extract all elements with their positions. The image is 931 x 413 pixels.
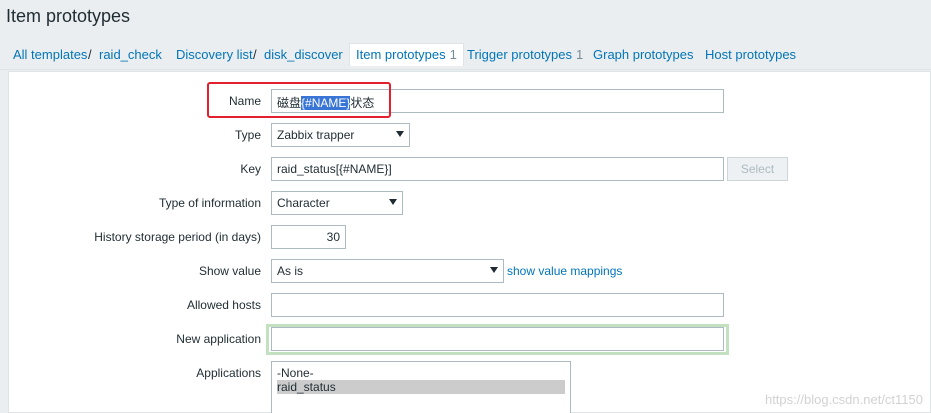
show-value-label: Show value [198, 264, 261, 278]
tab-graph-prototypes[interactable]: Graph prototypes [593, 47, 693, 62]
tab-host-prototypes[interactable]: Host prototypes [705, 47, 796, 62]
allowed-hosts-label: Allowed hosts [186, 298, 261, 312]
tab-item-prototypes-label: Item prototypes [356, 47, 446, 62]
list-item-selected[interactable]: raid_status [277, 380, 565, 394]
page-header: Item prototypes [0, 0, 931, 38]
type-of-information-select[interactable]: Character [271, 191, 403, 215]
applications-label: Applications [196, 366, 261, 380]
history-label: History storage period (in days) [94, 230, 261, 244]
breadcrumb-discovery-rule[interactable]: disk_discover [264, 47, 343, 62]
tab-item-prototypes[interactable]: Item prototypes 1 [349, 43, 464, 66]
watermark: https://blog.csdn.net/ct1150 [764, 392, 923, 407]
show-value-value: As is [277, 264, 304, 278]
new-application-input[interactable] [271, 327, 724, 351]
navigation-bar: All templates / raid_check Discovery lis… [0, 38, 931, 70]
chevron-down-icon [396, 131, 404, 137]
breadcrumb-separator: / [88, 47, 92, 62]
show-value-mappings-link[interactable]: show value mappings [507, 264, 622, 278]
chevron-down-icon [389, 199, 397, 205]
type-select[interactable]: Zabbix trapper [271, 123, 410, 147]
history-input[interactable]: 30 [271, 225, 346, 249]
tab-trigger-prototypes-label: Trigger prototypes [467, 47, 573, 62]
allowed-hosts-input[interactable] [271, 293, 724, 317]
breadcrumb-separator: / [253, 47, 257, 62]
annotation-box [207, 82, 391, 118]
breadcrumb-all-templates[interactable]: All templates [13, 47, 87, 62]
breadcrumb-discovery-list[interactable]: Discovery list [176, 47, 253, 62]
applications-listbox[interactable]: -None- raid_status [271, 361, 571, 413]
tab-trigger-prototypes-count: 1 [576, 47, 584, 62]
show-value-select[interactable]: As is [271, 259, 504, 283]
list-item[interactable]: -None- [277, 366, 565, 380]
type-select-value: Zabbix trapper [277, 128, 355, 142]
tab-trigger-prototypes[interactable]: Trigger prototypes 1 [467, 47, 583, 62]
chevron-down-icon [490, 267, 498, 273]
type-of-information-value: Character [277, 196, 330, 210]
tab-item-prototypes-count: 1 [449, 47, 457, 62]
type-of-information-label: Type of information [158, 196, 261, 210]
type-label: Type [234, 128, 261, 142]
page-title: Item prototypes [6, 6, 131, 26]
breadcrumb-template[interactable]: raid_check [99, 47, 162, 62]
key-label: Key [240, 162, 261, 176]
key-input[interactable]: raid_status[{#NAME}] [271, 157, 724, 181]
new-application-label: New application [176, 332, 261, 346]
key-select-button[interactable]: Select [727, 157, 788, 181]
